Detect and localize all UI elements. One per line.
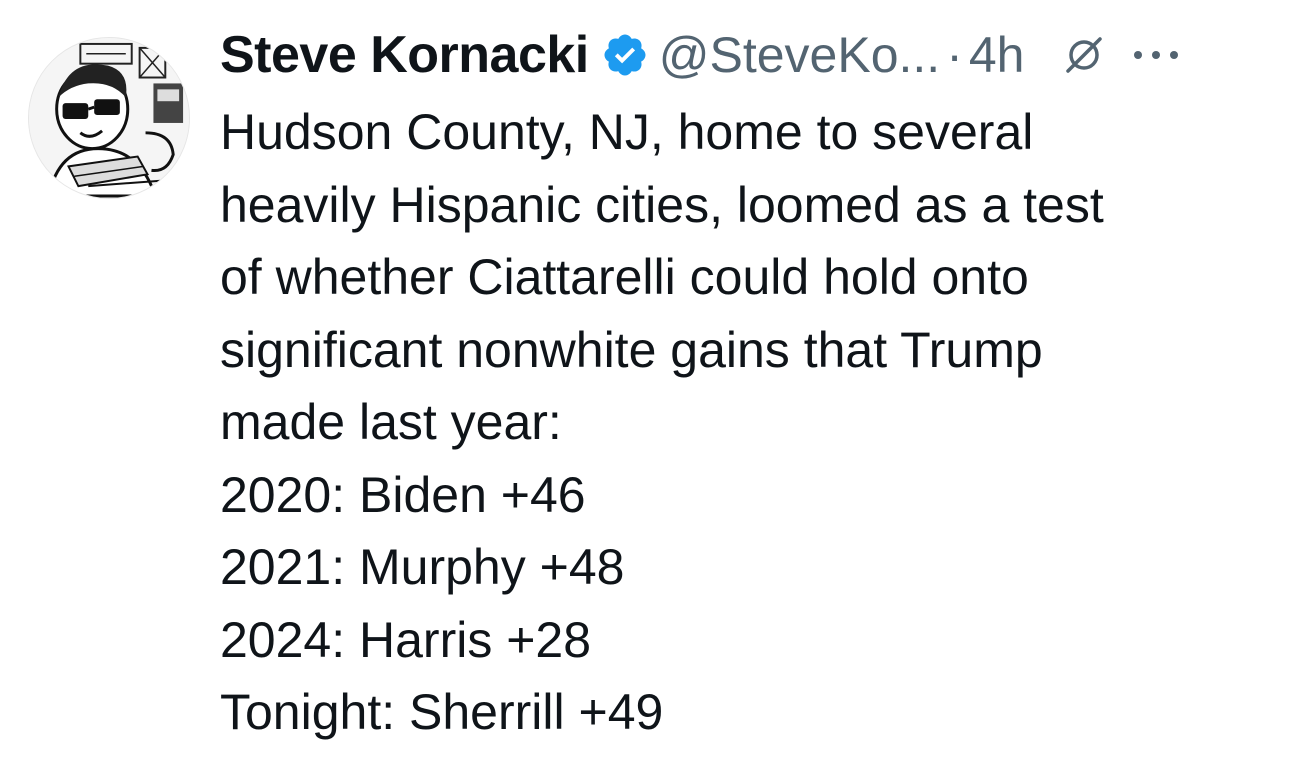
tweet-text-line: 2024: Harris +28 <box>220 611 592 668</box>
avatar[interactable] <box>28 37 190 199</box>
tweet-text-line: made last year: <box>220 394 562 450</box>
more-options-icon[interactable] <box>1130 40 1182 70</box>
tweet-text-line: 2020: Biden +46 <box>220 466 586 523</box>
verified-badge-icon[interactable] <box>601 31 649 79</box>
tweet-text-line: Tonight: Sherrill +49 <box>220 684 664 740</box>
author-handle[interactable]: @SteveKo... <box>659 26 940 84</box>
tweet[interactable]: Steve Kornacki @SteveKo... · 4h Hudson C… <box>0 0 1290 778</box>
separator-dot: · <box>946 27 963 83</box>
tweet-text-line: of whether Ciattarelli could hold onto <box>220 249 1029 305</box>
tweet-text: Hudson County, NJ, home to several heavi… <box>220 96 1270 749</box>
tweet-text-line: significant nonwhite gains that Trump <box>220 321 1043 378</box>
cartoon-avatar-icon <box>29 38 189 198</box>
tweet-text-line: Hudson County, NJ, home to several <box>220 104 1034 160</box>
grok-icon[interactable] <box>1062 33 1106 77</box>
tweet-text-line: 2021: Murphy +48 <box>220 539 625 595</box>
tweet-timestamp[interactable]: 4h <box>969 26 1025 84</box>
author-display-name[interactable]: Steve Kornacki <box>220 25 589 85</box>
tweet-text-line: heavily Hispanic cities, loomed as a tes… <box>220 176 1104 233</box>
tweet-header: Steve Kornacki @SteveKo... · 4h <box>220 22 1280 88</box>
